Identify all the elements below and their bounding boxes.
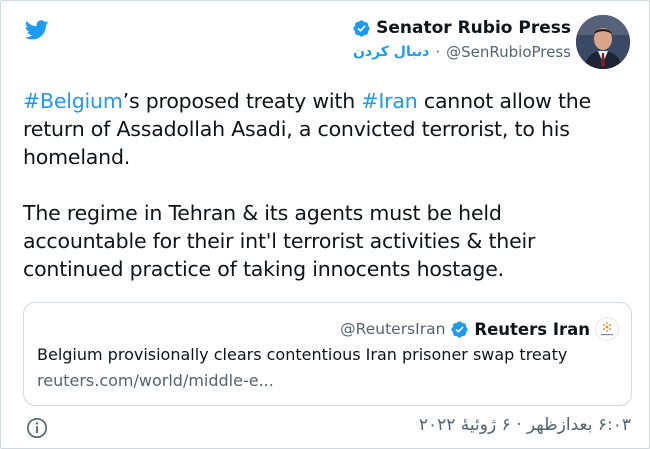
verified-badge-icon — [353, 19, 370, 37]
quoted-author-handle: @ReutersIran — [340, 320, 446, 338]
author-display-name[interactable]: Senator Rubio Press — [376, 18, 571, 38]
author-handle[interactable]: @SenRubioPress — [446, 43, 571, 61]
tweet-text-part1: ’s proposed treaty with — [122, 89, 362, 113]
separator-dot: · — [435, 43, 441, 61]
reuters-logo-icon — [601, 322, 613, 336]
hashtag-belgium[interactable]: #Belgium — [23, 89, 123, 113]
quoted-tweet[interactable]: @ReutersIran Reuters Iran Belgium provis… — [23, 302, 632, 406]
quoted-tweet-headline: Belgium provisionally clears contentious… — [37, 345, 568, 364]
hashtag-iran[interactable]: #Iran — [361, 89, 417, 113]
author-avatar[interactable] — [576, 15, 630, 69]
tweet-timestamp[interactable]: ۶:۰۳ بعدازظهر · ۶ ژوئیهٔ ۲۰۲۲ — [419, 415, 631, 435]
reuters-logo-avatar — [595, 317, 619, 341]
tweet-author[interactable]: Senator Rubio Press دنبال کردن · @SenRub… — [352, 15, 571, 63]
tweet-embed-card: Senator Rubio Press دنبال کردن · @SenRub… — [0, 0, 650, 449]
info-icon[interactable] — [26, 417, 48, 439]
verified-badge-icon — [451, 320, 469, 338]
twitter-bird-icon[interactable] — [23, 18, 51, 42]
quoted-tweet-author[interactable]: @ReutersIran Reuters Iran — [340, 317, 619, 341]
tweet-text: #Belgium’s proposed treaty with #Iran ca… — [23, 87, 623, 283]
quoted-tweet-link[interactable]: reuters.com/world/middle-e... — [37, 371, 274, 390]
follow-button[interactable]: دنبال کردن — [353, 44, 429, 60]
avatar-portrait — [576, 15, 630, 69]
tweet-text-part2: cannot allow the return of Assadollah As… — [23, 89, 592, 281]
quoted-author-name: Reuters Iran — [474, 319, 590, 339]
